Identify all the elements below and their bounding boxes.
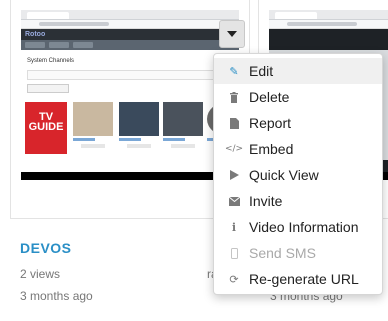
pencil-icon: ✎ [229, 64, 239, 78]
menu-item-label: Embed [249, 141, 294, 157]
app-logo: Rotoo [25, 31, 46, 38]
channel-tile [73, 102, 113, 154]
browser-url-bar [269, 20, 388, 29]
channel-tile [119, 102, 159, 154]
menu-item-delete[interactable]: Delete [214, 84, 382, 110]
menu-item-regenerate-url[interactable]: ⟳ Re-generate URL [214, 266, 382, 292]
menu-item-label: Invite [249, 193, 283, 209]
thumbnail-search [27, 70, 229, 80]
thumbnail-filter [27, 84, 69, 93]
app-header: Rotoo [21, 29, 239, 40]
caret-down-icon [227, 31, 237, 37]
app-nav [21, 40, 239, 50]
envelope-icon [228, 195, 240, 207]
play-icon [228, 169, 240, 181]
menu-item-invite[interactable]: Invite [214, 188, 382, 214]
video-thumbnail[interactable]: Rotoo System Channels TV GUIDE [21, 10, 239, 180]
upload-age: 3 months ago [20, 289, 93, 303]
thumbnail-page-title: System Channels [27, 58, 75, 64]
menu-item-video-information[interactable]: i Video Information [214, 214, 382, 240]
menu-item-quick-view[interactable]: Quick View [214, 162, 382, 188]
menu-item-edit[interactable]: ✎ Edit [214, 58, 382, 84]
view-count: 2 views [20, 267, 61, 281]
menu-item-label: Quick View [249, 167, 319, 183]
options-dropdown-menu: ✎ Edit Delete Report </> Embed Quick Vie… [213, 53, 383, 295]
channel-tile: TV GUIDE [25, 102, 67, 154]
menu-item-report[interactable]: Report [214, 110, 382, 136]
tv-guide-logo: TV GUIDE [25, 102, 67, 154]
menu-item-embed[interactable]: </> Embed [214, 136, 382, 162]
menu-item-label: Send SMS [249, 245, 316, 261]
mobile-icon [228, 247, 240, 259]
letterbox-bar [21, 172, 239, 180]
refresh-icon: ⟳ [229, 272, 239, 286]
browser-tab-bar [21, 10, 239, 20]
options-menu-toggle[interactable] [219, 20, 245, 48]
menu-item-label: Edit [249, 63, 274, 79]
browser-tab-bar [269, 10, 388, 20]
video-title[interactable]: DEVOS [20, 240, 72, 256]
menu-item-label: Delete [249, 89, 290, 105]
browser-url-bar [21, 20, 239, 29]
menu-item-label: Video Information [249, 219, 359, 235]
menu-item-send-sms: Send SMS [214, 240, 382, 266]
code-icon: </> [224, 144, 244, 154]
file-icon [228, 117, 240, 129]
menu-item-label: Re-generate URL [249, 271, 359, 287]
channel-tile [163, 102, 203, 154]
info-icon: i [231, 220, 237, 234]
trash-icon [228, 91, 240, 103]
menu-item-label: Report [249, 115, 292, 131]
